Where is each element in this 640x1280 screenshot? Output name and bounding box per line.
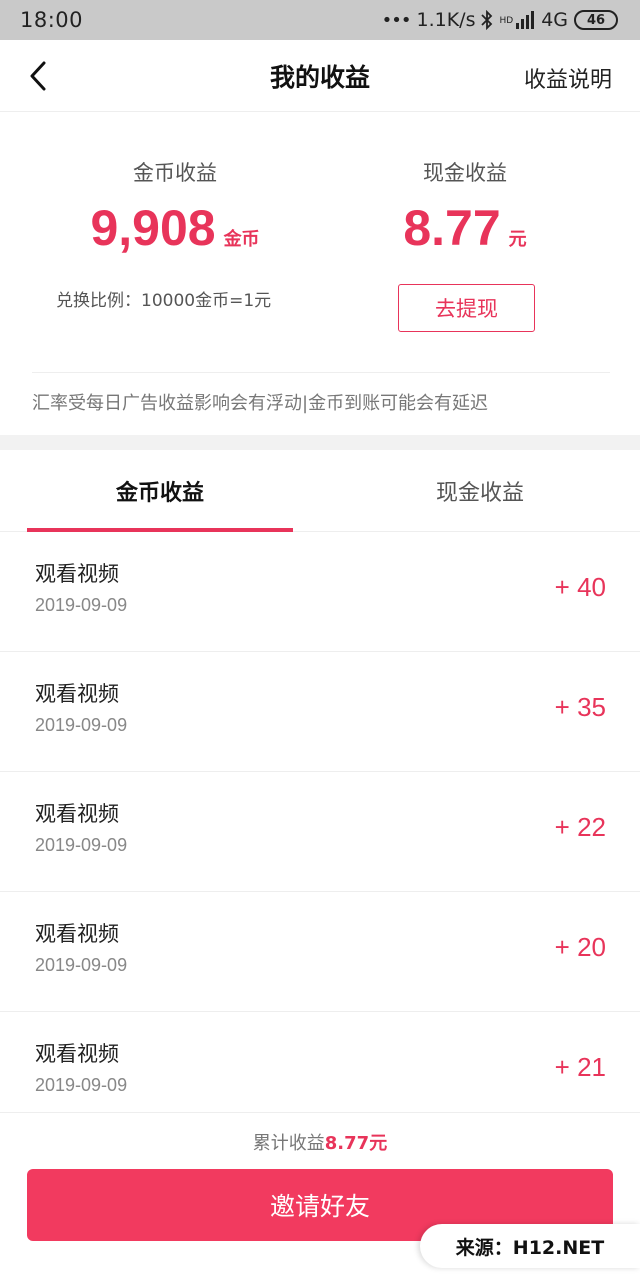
section-separator <box>0 435 640 450</box>
status-bar: 18:00 ••• 1.1K/s HD 4G 46 <box>0 0 640 40</box>
record-amount: + 21 <box>554 1052 606 1082</box>
earnings-tabs: 金币收益 现金收益 <box>0 450 640 532</box>
nav-bar: 我的收益 收益说明 <box>0 40 640 112</box>
back-arrow-icon[interactable] <box>18 54 58 98</box>
status-indicators: ••• 1.1K/s HD 4G 46 <box>382 9 618 31</box>
tab-coin-earnings[interactable]: 金币收益 <box>27 450 293 532</box>
record-title: 观看视频 <box>35 562 119 586</box>
withdraw-button[interactable]: 去提现 <box>398 284 535 332</box>
record-title: 观看视频 <box>35 682 119 706</box>
cash-earnings-label: 现金收益 <box>423 161 507 185</box>
coin-unit: 金币 <box>223 229 260 250</box>
hd-badge: HD <box>499 16 514 26</box>
record-title: 观看视频 <box>35 922 119 946</box>
exchange-rate-notice: 汇率受每日广告收益影响会有浮动|金币到账可能会有延迟 <box>32 393 489 414</box>
total-earnings-line: 累计收益8.77元 <box>0 1129 640 1155</box>
record-date: 2019-09-09 <box>35 835 128 855</box>
record-amount: + 22 <box>554 812 606 842</box>
earnings-summary: 金币收益 9,908 金币 现金收益 8.77 元 兑换比例：10000金币=1… <box>0 113 640 435</box>
list-item: 观看视频 2019-09-09 + 35 <box>0 652 640 772</box>
list-item: 观看视频 2019-09-09 + 40 <box>0 532 640 652</box>
network-type: 4G <box>541 9 568 31</box>
divider <box>32 372 610 373</box>
list-item: 观看视频 2019-09-09 + 22 <box>0 772 640 892</box>
record-date: 2019-09-09 <box>35 1075 128 1095</box>
coin-earnings-label: 金币收益 <box>133 161 217 185</box>
signal-icon <box>515 11 535 29</box>
record-title: 观看视频 <box>35 802 119 826</box>
page-title: 我的收益 <box>269 62 370 92</box>
battery-icon: 46 <box>574 10 618 30</box>
record-amount: + 40 <box>554 572 606 602</box>
list-item: 观看视频 2019-09-09 + 20 <box>0 892 640 1012</box>
record-date: 2019-09-09 <box>35 955 128 975</box>
cash-earnings-block: 现金收益 8.77 元 <box>340 157 590 257</box>
cash-unit: 元 <box>508 229 527 250</box>
cash-earnings-value: 8.77 <box>403 200 501 256</box>
coin-earnings-value: 9,908 <box>90 200 216 256</box>
record-amount: + 35 <box>554 692 606 722</box>
network-speed: 1.1K/s <box>416 9 476 31</box>
status-time: 18:00 <box>20 8 84 32</box>
record-title: 观看视频 <box>35 1042 119 1066</box>
total-earnings-label: 累计收益 <box>252 1133 325 1154</box>
tab-cash-earnings[interactable]: 现金收益 <box>347 450 613 532</box>
total-earnings-value: 8.77元 <box>324 1133 388 1154</box>
earnings-record-list: 观看视频 2019-09-09 + 40 观看视频 2019-09-09 + 3… <box>0 532 640 1132</box>
more-dots-icon: ••• <box>381 9 412 31</box>
coin-earnings-block: 金币收益 9,908 金币 <box>50 157 300 257</box>
bluetooth-icon <box>481 10 493 30</box>
exchange-ratio-text: 兑换比例：10000金币=1元 <box>56 291 272 311</box>
record-amount: + 20 <box>554 932 606 962</box>
earnings-explanation-link[interactable]: 收益说明 <box>524 62 612 94</box>
source-watermark: 来源：H12.NET <box>420 1224 640 1268</box>
record-date: 2019-09-09 <box>35 715 128 735</box>
record-date: 2019-09-09 <box>35 595 128 615</box>
